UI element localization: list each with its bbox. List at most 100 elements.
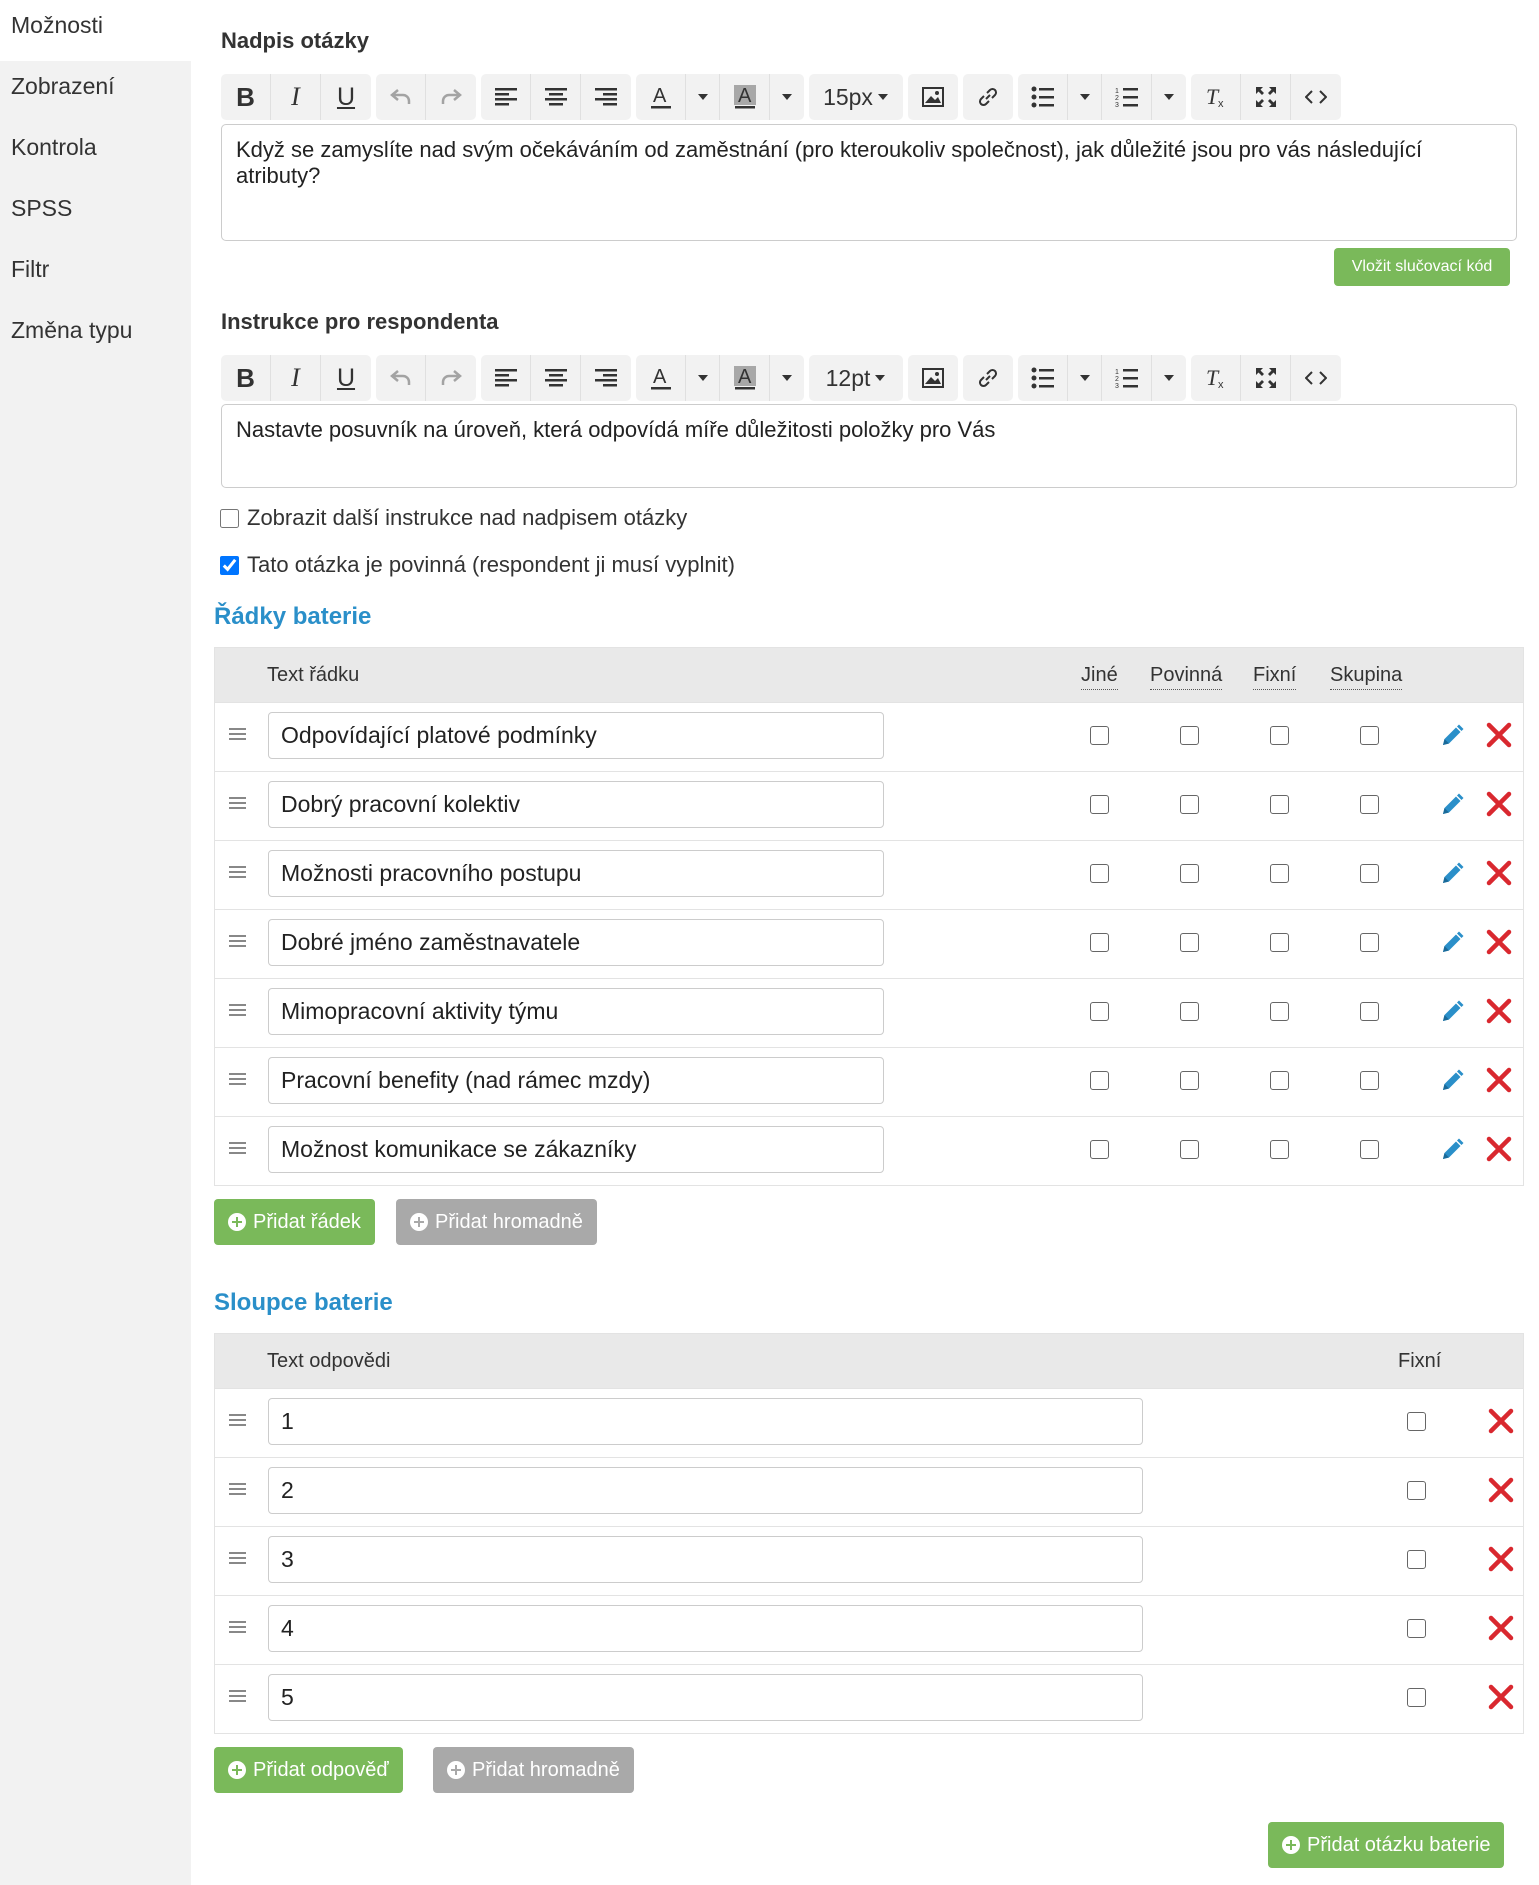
delete-x-icon[interactable] xyxy=(1486,722,1512,748)
row-required-checkbox[interactable] xyxy=(1180,1140,1199,1159)
answer-fixed-checkbox[interactable] xyxy=(1407,1619,1426,1638)
numbered-list-dropdown-icon[interactable] xyxy=(1152,74,1186,120)
answer-text-input[interactable]: 4 xyxy=(268,1605,1143,1652)
drag-handle-icon[interactable] xyxy=(229,1690,246,1704)
font-size-dropdown[interactable]: 12pt xyxy=(809,355,903,401)
row-text-input[interactable]: Pracovní benefity (nad rámec mzdy) xyxy=(268,1057,884,1104)
required-question-option[interactable]: Tato otázka je povinná (respondent ji mu… xyxy=(220,552,735,578)
edit-pencil-icon[interactable] xyxy=(1437,721,1465,749)
bold-button[interactable]: B xyxy=(221,74,271,120)
highlight-color-icon[interactable]: A xyxy=(720,355,770,401)
row-text-input[interactable]: Dobré jméno zaměstnavatele xyxy=(268,919,884,966)
numbered-list-icon[interactable]: 123 xyxy=(1102,355,1152,401)
font-color-icon[interactable]: A xyxy=(636,355,686,401)
image-icon[interactable] xyxy=(908,74,958,120)
bullet-list-dropdown-icon[interactable] xyxy=(1068,355,1102,401)
align-left-icon[interactable] xyxy=(481,74,531,120)
sidebar-item-filter[interactable]: Filtr xyxy=(0,244,191,305)
highlight-color-icon[interactable]: A xyxy=(720,74,770,120)
font-color-icon[interactable]: A xyxy=(636,74,686,120)
show-extra-instructions-option[interactable]: Zobrazit další instrukce nad nadpisem ot… xyxy=(220,505,687,531)
undo-icon[interactable] xyxy=(376,74,426,120)
bullet-list-dropdown-icon[interactable] xyxy=(1068,74,1102,120)
header-group[interactable]: Skupina xyxy=(1330,664,1403,690)
row-text-input[interactable]: Odpovídající platové podmínky xyxy=(268,712,884,759)
row-fixed-checkbox[interactable] xyxy=(1270,795,1289,814)
show-extra-instructions-checkbox[interactable] xyxy=(220,508,239,528)
drag-handle-icon[interactable] xyxy=(229,1004,246,1018)
font-size-dropdown[interactable]: 15px xyxy=(809,74,903,120)
align-center-icon[interactable] xyxy=(531,355,581,401)
drag-handle-icon[interactable] xyxy=(229,866,246,880)
answer-fixed-checkbox[interactable] xyxy=(1407,1550,1426,1569)
font-color-dropdown-icon[interactable] xyxy=(686,355,720,401)
answer-text-input[interactable]: 5 xyxy=(268,1674,1143,1721)
required-question-checkbox[interactable] xyxy=(220,555,239,575)
row-text-input[interactable]: Možnost komunikace se zákazníky xyxy=(268,1126,884,1173)
bullet-list-icon[interactable] xyxy=(1018,355,1068,401)
link-icon[interactable] xyxy=(963,74,1013,120)
drag-handle-icon[interactable] xyxy=(229,1073,246,1087)
clear-format-icon[interactable]: Tx xyxy=(1191,74,1241,120)
align-right-icon[interactable] xyxy=(581,74,631,120)
row-other-checkbox[interactable] xyxy=(1090,1071,1109,1090)
delete-x-icon[interactable] xyxy=(1488,1546,1514,1572)
header-required[interactable]: Povinná xyxy=(1150,664,1223,690)
row-other-checkbox[interactable] xyxy=(1090,726,1109,745)
drag-handle-icon[interactable] xyxy=(229,1552,246,1566)
align-left-icon[interactable] xyxy=(481,355,531,401)
redo-icon[interactable] xyxy=(426,355,476,401)
edit-pencil-icon[interactable] xyxy=(1437,928,1465,956)
row-fixed-checkbox[interactable] xyxy=(1270,1140,1289,1159)
row-fixed-checkbox[interactable] xyxy=(1270,1071,1289,1090)
answer-fixed-checkbox[interactable] xyxy=(1407,1688,1426,1707)
row-required-checkbox[interactable] xyxy=(1180,933,1199,952)
edit-pencil-icon[interactable] xyxy=(1437,790,1465,818)
row-other-checkbox[interactable] xyxy=(1090,1140,1109,1159)
code-view-icon[interactable] xyxy=(1291,74,1341,120)
sidebar-item-change-type[interactable]: Změna typu xyxy=(0,305,191,366)
image-icon[interactable] xyxy=(908,355,958,401)
bulk-add-answers-button[interactable]: Přidat hromadně xyxy=(433,1747,634,1793)
drag-handle-icon[interactable] xyxy=(229,1483,246,1497)
row-fixed-checkbox[interactable] xyxy=(1270,864,1289,883)
fullscreen-icon[interactable] xyxy=(1241,355,1291,401)
bullet-list-icon[interactable] xyxy=(1018,74,1068,120)
row-group-checkbox[interactable] xyxy=(1360,1140,1379,1159)
bold-button[interactable]: B xyxy=(221,355,271,401)
instructions-text-editor[interactable]: Nastavte posuvník na úroveň, která odpov… xyxy=(221,404,1517,488)
drag-handle-icon[interactable] xyxy=(229,797,246,811)
answer-text-input[interactable]: 2 xyxy=(268,1467,1143,1514)
row-required-checkbox[interactable] xyxy=(1180,1002,1199,1021)
sidebar-item-display[interactable]: Zobrazení xyxy=(0,61,191,122)
edit-pencil-icon[interactable] xyxy=(1437,859,1465,887)
highlight-dropdown-icon[interactable] xyxy=(770,355,804,401)
row-group-checkbox[interactable] xyxy=(1360,1071,1379,1090)
code-view-icon[interactable] xyxy=(1291,355,1341,401)
header-fixed[interactable]: Fixní xyxy=(1253,664,1297,690)
delete-x-icon[interactable] xyxy=(1486,929,1512,955)
delete-x-icon[interactable] xyxy=(1488,1684,1514,1710)
numbered-list-dropdown-icon[interactable] xyxy=(1152,355,1186,401)
drag-handle-icon[interactable] xyxy=(229,728,246,742)
row-group-checkbox[interactable] xyxy=(1360,1002,1379,1021)
align-center-icon[interactable] xyxy=(531,74,581,120)
italic-button[interactable]: I xyxy=(271,355,321,401)
edit-pencil-icon[interactable] xyxy=(1437,1066,1465,1094)
redo-icon[interactable] xyxy=(426,74,476,120)
sidebar-item-spss[interactable]: SPSS xyxy=(0,183,191,244)
link-icon[interactable] xyxy=(963,355,1013,401)
row-other-checkbox[interactable] xyxy=(1090,795,1109,814)
answer-text-input[interactable]: 3 xyxy=(268,1536,1143,1583)
row-group-checkbox[interactable] xyxy=(1360,864,1379,883)
delete-x-icon[interactable] xyxy=(1488,1477,1514,1503)
row-group-checkbox[interactable] xyxy=(1360,726,1379,745)
underline-button[interactable]: U xyxy=(321,74,371,120)
delete-x-icon[interactable] xyxy=(1486,1136,1512,1162)
row-fixed-checkbox[interactable] xyxy=(1270,1002,1289,1021)
undo-icon[interactable] xyxy=(376,355,426,401)
drag-handle-icon[interactable] xyxy=(229,935,246,949)
row-other-checkbox[interactable] xyxy=(1090,933,1109,952)
delete-x-icon[interactable] xyxy=(1488,1408,1514,1434)
clear-format-icon[interactable]: Tx xyxy=(1191,355,1241,401)
